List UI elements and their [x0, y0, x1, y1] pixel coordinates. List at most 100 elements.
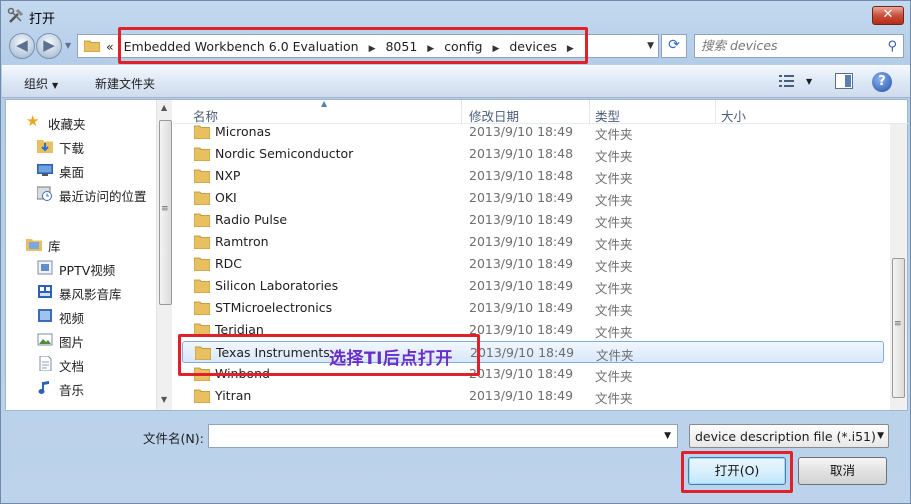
view-options-icon[interactable]: [778, 73, 796, 89]
column-divider[interactable]: [715, 100, 716, 124]
file-row[interactable]: RDC 2013/9/10 18:49 文件夹: [182, 253, 884, 275]
nav-item-label: 最近访问的位置: [59, 189, 147, 204]
back-button[interactable]: ◀: [9, 33, 35, 59]
file-date: 2013/9/10 18:49: [469, 234, 574, 249]
downloads-folder-icon: [37, 140, 53, 153]
scroll-up-icon[interactable]: ▲: [161, 103, 167, 112]
sort-ascending-icon: ▲: [321, 99, 328, 108]
file-date: 2013/9/10 18:49: [469, 278, 574, 293]
folder-icon: [194, 389, 210, 403]
cancel-button[interactable]: 取消: [798, 457, 887, 485]
filename-label: 文件名(N):: [143, 431, 204, 446]
chevron-down-icon[interactable]: ▼: [664, 431, 671, 441]
recent-places-icon: [37, 186, 52, 201]
folder-icon: [194, 257, 210, 271]
file-type: 文件夹: [595, 193, 633, 208]
forward-arrow-icon: ▶: [43, 36, 55, 54]
forward-button[interactable]: ▶: [36, 33, 62, 59]
file-date: 2013/9/10 18:49: [469, 212, 574, 227]
folder-icon: [194, 279, 210, 293]
column-headers: ▲ 名称 修改日期 类型 大小: [174, 99, 908, 125]
file-date: 2013/9/10 18:49: [470, 345, 575, 360]
nav-item-label: 音乐: [59, 383, 85, 398]
folder-icon: [84, 40, 100, 52]
file-type: 文件夹: [595, 237, 633, 252]
open-file-dialog: 打开 ✕ ◀ ▶ ▼ « Embedded Workbench 6.0 Eval…: [0, 0, 911, 504]
organize-label: 组织: [24, 77, 49, 91]
folder-icon: [194, 147, 210, 161]
star-icon: ★: [26, 112, 40, 130]
refresh-button[interactable]: ⟳: [661, 34, 687, 58]
file-type-filter[interactable]: device description file (*.i51) ▼: [689, 424, 889, 448]
file-name: RDC: [215, 256, 243, 271]
back-arrow-icon: ◀: [16, 36, 28, 54]
nav-item-label: 桌面: [59, 165, 85, 180]
column-header-date[interactable]: 修改日期: [469, 106, 519, 125]
media-library-icon: [38, 285, 52, 298]
file-date: 2013/9/10 18:49: [469, 256, 574, 271]
file-name: OKI: [215, 190, 237, 205]
help-icon[interactable]: ?: [872, 72, 892, 92]
file-date: 2013/9/10 18:49: [469, 366, 574, 381]
file-date: 2013/9/10 18:49: [469, 388, 574, 403]
file-type: 文件夹: [595, 171, 633, 186]
file-row[interactable]: Radio Pulse 2013/9/10 18:49 文件夹: [182, 209, 884, 231]
search-box[interactable]: ⚲: [694, 34, 904, 58]
chevron-down-icon[interactable]: ▼: [877, 431, 884, 441]
navigation-pane: ★ 收藏夹 下载 桌面 最近访问的位置 库 PPTV视频 暴风影音库 视频 图片…: [6, 100, 172, 410]
file-date: 2013/9/10 18:48: [469, 146, 574, 161]
file-name: STMicroelectronics: [215, 300, 333, 315]
scroll-grip-icon: ≡: [161, 204, 169, 214]
nav-item-label: 暴风影音库: [59, 287, 122, 302]
column-divider[interactable]: [589, 100, 590, 124]
file-row[interactable]: Micronas 2013/9/10 18:49 文件夹: [182, 124, 884, 143]
new-folder-label: 新建文件夹: [95, 77, 156, 91]
new-folder-button[interactable]: 新建文件夹: [95, 75, 155, 92]
file-date: 2013/9/10 18:49: [469, 300, 574, 315]
file-type: 文件夹: [595, 391, 633, 406]
preview-pane-icon[interactable]: [835, 73, 853, 89]
folder-icon: [194, 301, 210, 315]
search-icon[interactable]: ⚲: [887, 39, 897, 54]
file-date: 2013/9/10 18:49: [469, 190, 574, 205]
scroll-down-icon[interactable]: ▼: [161, 395, 167, 404]
folder-icon: [194, 191, 210, 205]
file-type: 文件夹: [595, 369, 633, 384]
address-history-dropdown[interactable]: ▼: [647, 41, 654, 51]
file-row[interactable]: Silicon Laboratories 2013/9/10 18:49 文件夹: [182, 275, 884, 297]
column-header-type[interactable]: 类型: [595, 106, 620, 125]
breadcrumb-overflow[interactable]: «: [106, 39, 114, 54]
search-input[interactable]: [701, 38, 871, 53]
file-name: Silicon Laboratories: [215, 278, 339, 293]
file-row[interactable]: NXP 2013/9/10 18:48 文件夹: [182, 165, 884, 187]
close-button[interactable]: ✕: [872, 6, 904, 25]
column-header-name[interactable]: 名称: [193, 106, 218, 125]
file-row[interactable]: OKI 2013/9/10 18:49 文件夹: [182, 187, 884, 209]
recent-locations-dropdown[interactable]: ▼: [65, 41, 71, 50]
nav-item-label: 图片: [59, 335, 85, 350]
view-dropdown-icon[interactable]: ▼: [806, 77, 812, 86]
open-button-highlight-box: [681, 451, 793, 493]
column-header-size[interactable]: 大小: [721, 106, 746, 125]
column-divider[interactable]: [461, 100, 462, 124]
file-row[interactable]: STMicroelectronics 2013/9/10 18:49 文件夹: [182, 297, 884, 319]
file-type: 文件夹: [596, 348, 634, 363]
filename-combobox[interactable]: ▼: [208, 424, 678, 448]
file-row[interactable]: Ramtron 2013/9/10 18:49 文件夹: [182, 231, 884, 253]
file-row[interactable]: Yitran 2013/9/10 18:49 文件夹: [182, 385, 884, 407]
folder-icon: [194, 169, 210, 183]
file-list-scrollbar[interactable]: ≡: [890, 124, 907, 410]
file-name: Yitran: [215, 388, 252, 403]
file-type: 文件夹: [595, 325, 633, 340]
nav-item-label: 文档: [59, 359, 85, 374]
scroll-grip-icon: ≡: [894, 319, 902, 329]
nav-pane-scrollbar[interactable]: ▲ ≡ ▼: [156, 100, 172, 410]
file-name: NXP: [215, 168, 241, 183]
nav-libraries-label: 库: [48, 239, 61, 254]
pictures-icon: [37, 333, 53, 346]
file-row[interactable]: Nordic Semiconductor 2013/9/10 18:48 文件夹: [182, 143, 884, 165]
videos-icon: [38, 309, 52, 322]
documents-icon: [39, 356, 52, 371]
file-name: Micronas: [215, 124, 271, 139]
organize-button[interactable]: 组织 ▼: [24, 75, 58, 92]
